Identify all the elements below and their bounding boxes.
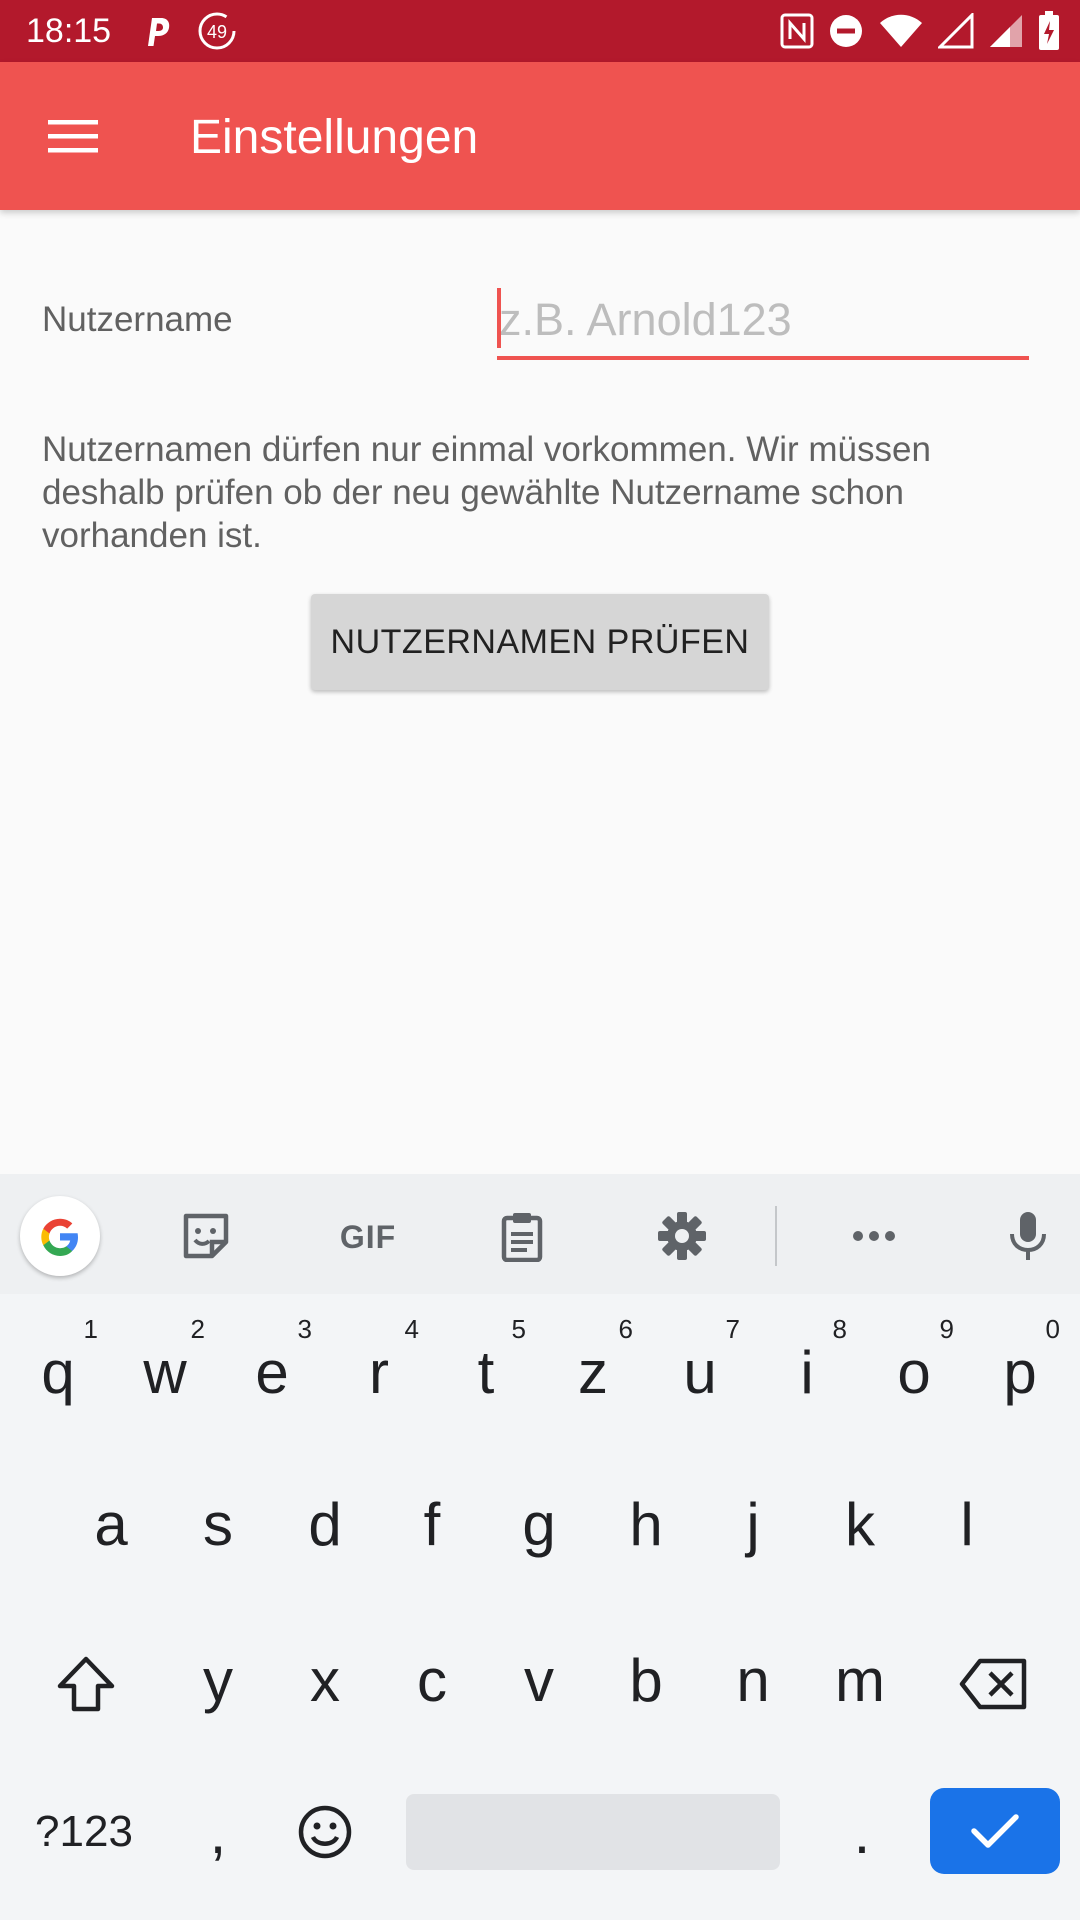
emoji-key[interactable]	[285, 1772, 365, 1892]
username-label: Nutzername	[42, 300, 233, 339]
key-p[interactable]: p0	[970, 1312, 1070, 1432]
username-info-text: Nutzernamen dürfen nur einmal vorkommen.…	[42, 430, 931, 555]
username-field[interactable]	[497, 284, 1029, 360]
more-dots-icon[interactable]	[848, 1210, 900, 1262]
nfc-icon	[780, 13, 814, 49]
key-a[interactable]: a	[61, 1464, 161, 1584]
enter-key[interactable]	[930, 1788, 1060, 1874]
text-cursor	[497, 288, 501, 348]
backspace-icon	[959, 1658, 1027, 1710]
key-k[interactable]: k	[810, 1464, 910, 1584]
gif-button[interactable]: GIF	[328, 1212, 408, 1262]
key-q[interactable]: q1	[8, 1312, 108, 1432]
key-f[interactable]: f	[382, 1464, 482, 1584]
key-l[interactable]: l	[917, 1464, 1017, 1584]
username-input[interactable]	[497, 284, 1029, 356]
key-z[interactable]: z6	[543, 1312, 643, 1432]
settings-gear-icon[interactable]	[656, 1210, 708, 1262]
status-bar: 18:15 49	[0, 0, 1080, 62]
key-c[interactable]: c	[382, 1620, 482, 1740]
key-r[interactable]: r4	[329, 1312, 429, 1432]
signal-icon	[938, 13, 974, 49]
battery-charging-icon	[1039, 11, 1059, 50]
clipboard-icon[interactable]	[496, 1210, 548, 1262]
backspace-key[interactable]	[944, 1624, 1044, 1744]
signal-icon-2	[990, 15, 1022, 47]
status-icons	[780, 9, 1060, 53]
key-d[interactable]: d	[275, 1464, 375, 1584]
key-s[interactable]: s	[168, 1464, 268, 1584]
emoji-icon	[298, 1805, 352, 1859]
key-v[interactable]: v	[489, 1620, 589, 1740]
key-t[interactable]: t5	[436, 1312, 536, 1432]
app-bar: Einstellungen	[0, 62, 1080, 210]
key-o[interactable]: o9	[864, 1312, 964, 1432]
page-title: Einstellungen	[190, 111, 479, 164]
checkmark-icon	[971, 1814, 1019, 1848]
shift-icon	[57, 1656, 115, 1712]
do-not-disturb-icon	[830, 15, 862, 47]
status-time: 18:15	[26, 12, 112, 50]
hamburger-menu-icon[interactable]	[44, 116, 102, 156]
key-u[interactable]: u7	[650, 1312, 750, 1432]
key-w[interactable]: w2	[115, 1312, 215, 1432]
period-key[interactable]: .	[822, 1772, 902, 1892]
key-x[interactable]: x	[275, 1620, 375, 1740]
microphone-icon[interactable]	[1002, 1210, 1054, 1262]
symbols-key[interactable]: ?123	[14, 1772, 154, 1892]
check-username-button[interactable]: NUTZERNAMEN PRÜFEN	[311, 594, 769, 690]
space-key[interactable]	[406, 1794, 780, 1870]
key-n[interactable]: n	[703, 1620, 803, 1740]
shift-key[interactable]	[36, 1624, 136, 1744]
key-m[interactable]: m	[810, 1620, 910, 1740]
key-y[interactable]: y	[168, 1620, 268, 1740]
key-j[interactable]: j	[703, 1464, 803, 1584]
key-g[interactable]: g	[489, 1464, 589, 1584]
toolbar-divider	[775, 1206, 777, 1266]
google-g-icon	[41, 1218, 78, 1256]
timer-49-icon: 49	[198, 12, 236, 50]
key-b[interactable]: b	[596, 1620, 696, 1740]
key-e[interactable]: e3	[222, 1312, 322, 1432]
username-underline	[497, 356, 1029, 360]
parking-icon	[148, 18, 170, 46]
key-i[interactable]: i8	[757, 1312, 857, 1432]
wifi-icon	[880, 14, 922, 47]
timer-badge-text: 49	[207, 22, 227, 42]
sticker-icon[interactable]	[180, 1210, 232, 1262]
comma-key[interactable]: ,	[178, 1772, 258, 1892]
key-h[interactable]: h	[596, 1464, 696, 1584]
google-button[interactable]	[20, 1196, 100, 1276]
